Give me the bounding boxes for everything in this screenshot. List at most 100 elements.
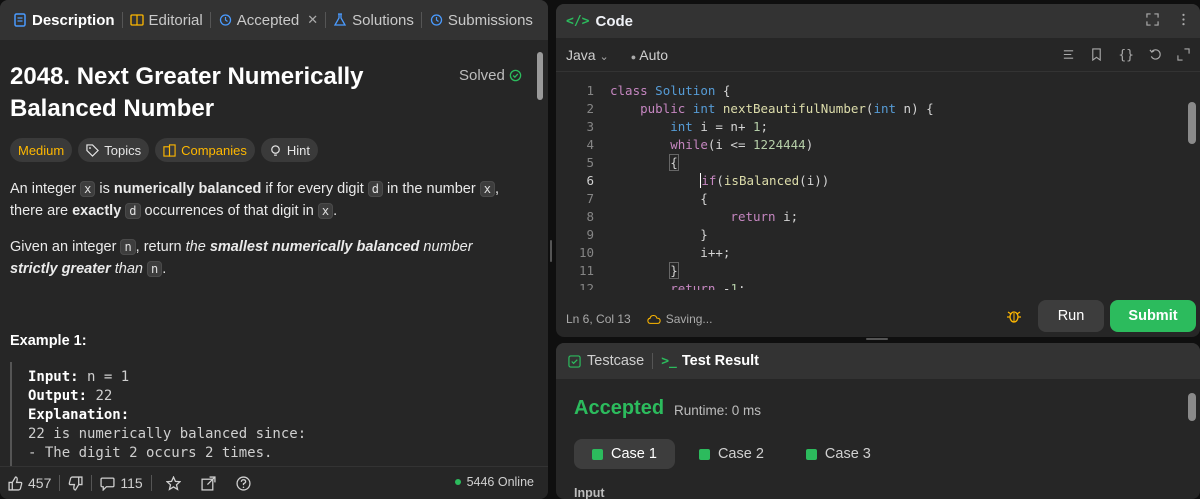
submit-button[interactable]: Submit — [1110, 300, 1196, 332]
chevron-down-icon: ⌄ — [599, 50, 609, 63]
code-title: Code — [595, 12, 633, 30]
tab-solutions-label: Solutions — [352, 11, 414, 29]
inline-code: n — [147, 261, 163, 277]
lightbulb-icon — [271, 144, 280, 156]
thumbs-down-icon — [69, 475, 83, 491]
tab-testcase[interactable]: Testcase — [568, 353, 644, 369]
tab-accepted-label: Accepted — [236, 11, 300, 29]
line-number: 6 — [586, 173, 594, 188]
editor-tools: {} — [1062, 48, 1190, 63]
maximize-icon[interactable] — [1146, 13, 1159, 26]
format-icon[interactable] — [1062, 48, 1075, 61]
case-label: Case 2 — [717, 446, 764, 462]
terminal-icon: >_ — [661, 353, 677, 369]
hint-label: Hint — [286, 142, 310, 158]
text: Given an integer — [10, 239, 121, 255]
dislike-button[interactable] — [68, 475, 83, 491]
bold-text: numerically balanced — [113, 181, 262, 197]
reset-icon[interactable] — [1149, 48, 1162, 61]
topics-button[interactable]: Topics — [78, 138, 150, 162]
tab-submissions[interactable]: Submissions — [422, 0, 540, 40]
line-number: 10 — [578, 245, 594, 260]
check-icon — [592, 448, 603, 460]
more-icon[interactable] — [1177, 13, 1190, 26]
mode-select[interactable]: ● Auto — [631, 47, 668, 63]
input-label: Input: — [28, 369, 79, 385]
example-title: Example 1: — [10, 333, 87, 349]
case-label: Case 3 — [824, 446, 871, 462]
tab-editorial[interactable]: Editorial — [123, 0, 210, 40]
left-scrollbar[interactable] — [537, 52, 543, 100]
text: . — [333, 203, 338, 219]
tab-description-label: Description — [32, 11, 115, 29]
editor-scrollbar[interactable] — [1188, 102, 1196, 144]
online-count: 5446 Online — [466, 475, 534, 489]
solved-label: Solved — [459, 67, 505, 84]
tag-row: Medium Topics Companies Hint — [10, 138, 318, 162]
line-number: 9 — [586, 227, 594, 242]
inline-code: x — [80, 181, 96, 197]
language-label: Java — [566, 46, 596, 63]
text: , return — [135, 239, 186, 255]
italic-text: number — [419, 239, 473, 255]
text: in the number — [383, 181, 480, 197]
run-button[interactable]: Run — [1038, 300, 1104, 332]
case-tab-1[interactable]: Case 1 — [574, 439, 675, 469]
debug-icon[interactable] — [1006, 308, 1022, 324]
expand-icon[interactable] — [1177, 48, 1190, 61]
horizontal-resize-handle[interactable] — [866, 338, 888, 340]
text: occurrences of that digit in — [140, 203, 318, 219]
inline-code: d — [367, 181, 383, 197]
result-scrollbar[interactable] — [1188, 393, 1196, 421]
tag-icon — [86, 143, 100, 157]
vertical-resize-handle[interactable] — [550, 240, 552, 262]
likes-count: 457 — [28, 475, 52, 491]
check-icon — [805, 448, 817, 460]
tab-solutions[interactable]: Solutions — [326, 0, 421, 40]
result-panel: Testcase >_ Test Result Accepted Runtime… — [556, 343, 1200, 499]
text: is — [95, 181, 114, 197]
share-icon[interactable] — [201, 475, 216, 491]
tab-accepted[interactable]: Accepted ✕ — [211, 0, 325, 40]
description-panel: Description Editorial Accepted ✕ Solutio… — [0, 0, 548, 499]
online-dot-icon — [454, 479, 461, 485]
braces-icon[interactable]: {} — [1118, 48, 1134, 63]
mode-label: Auto — [639, 46, 669, 63]
inline-code: x — [317, 203, 334, 219]
tab-submissions-label: Submissions — [447, 11, 533, 29]
comments-button[interactable]: 115 — [100, 475, 143, 491]
check-icon — [698, 448, 710, 460]
footer-separator — [59, 475, 61, 491]
star-icon[interactable] — [165, 475, 181, 491]
code-editor[interactable]: 1 class Solution { 2 public int nextBeaut… — [556, 82, 1186, 290]
saving-status: Saving... — [647, 312, 712, 326]
case-tab-2[interactable]: Case 2 — [681, 439, 782, 469]
bold-italic-text: smallest numerically balanced — [209, 239, 420, 255]
left-footer: 457 115 5446 Online — [0, 466, 548, 499]
close-icon[interactable]: ✕ — [307, 12, 318, 28]
runtime-label: Runtime: 0 ms — [674, 403, 762, 418]
topics-label: Topics — [104, 142, 142, 158]
tab-test-result[interactable]: >_ Test Result — [661, 353, 759, 369]
description-paragraph-1: An integer x is numerically balanced if … — [10, 178, 520, 222]
bookmark-icon[interactable] — [1090, 48, 1103, 61]
input-section-label: Input — [574, 486, 605, 499]
cursor-position: Ln 6, Col 13 — [566, 312, 631, 326]
comments-count: 115 — [120, 475, 143, 491]
hint-button[interactable]: Hint — [260, 138, 318, 162]
line-number: 5 — [586, 155, 594, 170]
line-number: 1 — [586, 83, 594, 98]
output-label: Output: — [28, 388, 88, 404]
companies-button[interactable]: Companies — [155, 138, 255, 162]
tab-test-result-label: Test Result — [681, 353, 759, 369]
book-icon — [129, 14, 144, 26]
tab-description[interactable]: Description — [6, 0, 122, 40]
language-select[interactable]: Java ⌄ — [566, 47, 609, 63]
explanation-line: - The digit 2 occurs 2 times. — [28, 445, 273, 461]
code-icon: </> — [566, 13, 590, 29]
help-icon[interactable] — [236, 475, 251, 491]
case-tab-3[interactable]: Case 3 — [788, 439, 889, 469]
line-number: 4 — [586, 137, 594, 152]
like-button[interactable]: 457 — [8, 475, 51, 491]
checkbox-icon — [568, 354, 581, 368]
